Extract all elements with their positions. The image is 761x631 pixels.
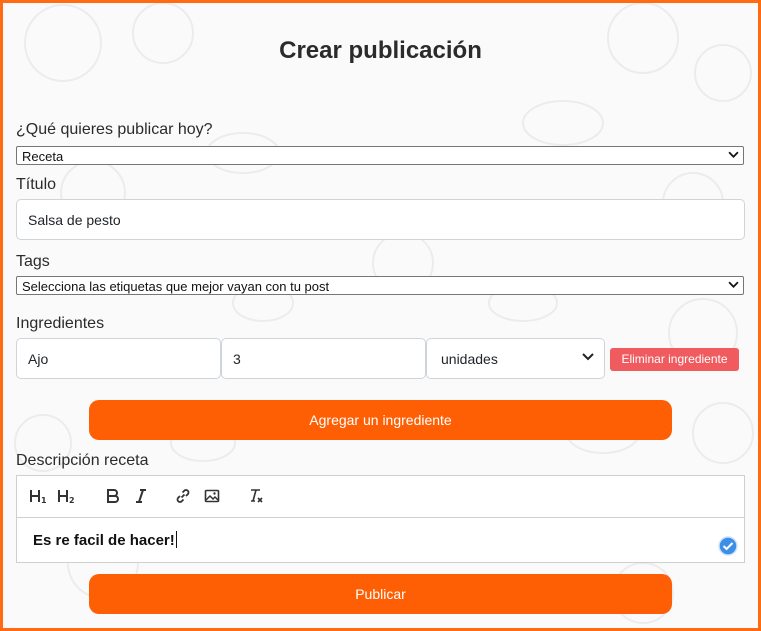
bold-icon[interactable] [106, 488, 120, 504]
chevron-down-icon [728, 279, 739, 293]
ingredient-unit-value: unidades [441, 351, 498, 367]
ingredient-name-input[interactable]: Ajo [16, 338, 221, 379]
post-type-label: ¿Qué quieres publicar hoy? [16, 121, 213, 138]
add-ingredient-button[interactable]: Agregar un ingrediente [89, 400, 672, 440]
heading-2-icon[interactable]: 2 [58, 488, 76, 504]
ingredients-label: Ingredientes [16, 315, 105, 332]
description-text: Es re facil de hacer! [33, 532, 175, 549]
italic-icon[interactable] [134, 488, 148, 504]
heading-1-icon[interactable]: 1 [30, 488, 48, 504]
tags-value: Selecciona las etiquetas que mejor vayan… [22, 279, 330, 294]
svg-text:2: 2 [69, 496, 75, 504]
link-icon[interactable] [175, 488, 191, 504]
ingredient-quantity-value: 3 [233, 351, 241, 367]
svg-text:1: 1 [41, 496, 47, 504]
ingredient-name-value: Ajo [28, 351, 49, 367]
ingredient-unit-select[interactable]: unidades [426, 338, 605, 379]
chevron-down-icon [581, 349, 595, 363]
remove-ingredient-button[interactable]: Eliminar ingrediente [610, 348, 739, 371]
publish-button[interactable]: Publicar [89, 574, 672, 614]
tags-select[interactable]: Selecciona las etiquetas que mejor vayan… [16, 276, 744, 295]
post-type-select[interactable]: Receta [16, 146, 744, 165]
text-caret [175, 531, 177, 548]
description-label: Descripción receta [16, 452, 149, 469]
tags-label: Tags [16, 253, 50, 270]
create-post-panel: Crear publicación ¿Qué quieres publicar … [0, 0, 761, 631]
description-editor[interactable]: 1 2 Es re facil de hacer! [16, 475, 745, 563]
editor-content[interactable]: Es re facil de hacer! [33, 531, 177, 549]
image-icon[interactable] [204, 488, 220, 504]
clear-format-icon[interactable] [248, 488, 264, 504]
editor-toolbar: 1 2 [17, 476, 744, 518]
title-label: Título [16, 176, 57, 193]
ingredient-quantity-input[interactable]: 3 [221, 338, 426, 379]
page-title: Crear publicación [279, 37, 482, 64]
title-input[interactable]: Salsa de pesto [16, 199, 745, 240]
chevron-down-icon [728, 149, 739, 163]
check-circle-icon [718, 536, 738, 556]
post-type-value: Receta [22, 149, 64, 164]
title-value: Salsa de pesto [28, 212, 121, 228]
